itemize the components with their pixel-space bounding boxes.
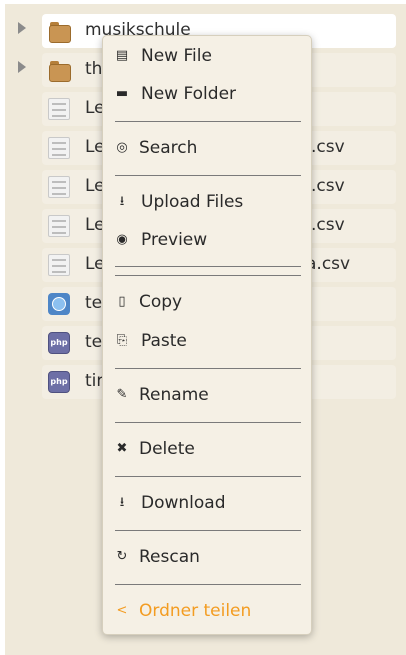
file-name: tir bbox=[85, 371, 104, 391]
menu-item-label: Delete bbox=[139, 439, 195, 459]
menu-separator bbox=[115, 266, 301, 267]
delete-icon: ✖ bbox=[116, 441, 128, 456]
php-icon: php bbox=[48, 332, 70, 354]
upload-icon: ⭳ bbox=[119, 194, 125, 209]
file-name-suffix: .csv bbox=[311, 176, 345, 196]
menu-separator bbox=[115, 422, 301, 423]
menu-separator bbox=[115, 476, 301, 477]
pencil-icon: ✎ bbox=[116, 387, 128, 402]
expand-arrow-icon[interactable] bbox=[18, 61, 26, 73]
menu-item-search[interactable]: ◎ Search bbox=[103, 133, 311, 165]
share-icon: < bbox=[116, 603, 128, 618]
file-name: te bbox=[85, 293, 103, 313]
php-badge: php bbox=[50, 377, 68, 386]
file-name: th bbox=[85, 59, 103, 79]
menu-separator bbox=[115, 121, 301, 122]
document-icon bbox=[48, 176, 70, 198]
menu-separator bbox=[115, 530, 301, 531]
menu-item-label: Search bbox=[139, 138, 198, 158]
expand-arrow-icon[interactable] bbox=[18, 22, 26, 34]
menu-item-upload-files[interactable]: ⭳ Upload Files bbox=[103, 187, 311, 219]
file-name-suffix: .csv bbox=[311, 137, 345, 157]
menu-item-label: Copy bbox=[139, 292, 183, 312]
file-name-suffix: a.csv bbox=[306, 254, 351, 274]
file-name: te bbox=[85, 332, 103, 352]
menu-item-new-file[interactable]: ▤ New File bbox=[103, 41, 311, 73]
eye-icon: ◉ bbox=[116, 232, 128, 247]
menu-item-rescan[interactable]: ↻ Rescan bbox=[103, 542, 311, 574]
menu-item-label: Ordner teilen bbox=[139, 601, 252, 621]
php-icon: php bbox=[48, 371, 70, 393]
menu-separator bbox=[115, 275, 301, 276]
folder-icon bbox=[48, 20, 71, 43]
refresh-icon: ↻ bbox=[116, 549, 128, 564]
menu-item-label: New File bbox=[141, 46, 212, 66]
document-icon bbox=[48, 215, 70, 237]
file-name-suffix: .csv bbox=[311, 215, 345, 235]
menu-item-label: Rescan bbox=[139, 547, 200, 567]
menu-separator bbox=[115, 584, 301, 585]
menu-item-label: New Folder bbox=[141, 84, 237, 104]
menu-item-label: Paste bbox=[141, 331, 187, 351]
copy-icon: ▯ bbox=[118, 294, 126, 309]
menu-item-paste[interactable]: ⎘ Paste bbox=[103, 326, 311, 358]
menu-item-download[interactable]: ⭳ Download bbox=[103, 488, 311, 520]
globe-icon bbox=[48, 293, 70, 315]
menu-item-preview[interactable]: ◉ Preview bbox=[103, 225, 311, 257]
menu-item-label: Preview bbox=[141, 230, 208, 250]
folder-icon: ▬ bbox=[115, 86, 129, 101]
menu-item-copy[interactable]: ▯ Copy bbox=[103, 287, 311, 319]
menu-separator bbox=[115, 175, 301, 176]
menu-item-share-folder[interactable]: < Ordner teilen bbox=[103, 596, 311, 628]
search-icon: ◎ bbox=[116, 140, 128, 155]
paste-icon: ⎘ bbox=[116, 333, 128, 348]
menu-separator bbox=[115, 368, 301, 369]
document-icon bbox=[48, 137, 70, 159]
document-icon bbox=[48, 254, 70, 276]
download-icon: ⭳ bbox=[119, 495, 125, 510]
php-badge: php bbox=[50, 338, 68, 347]
menu-item-label: Upload Files bbox=[141, 192, 244, 212]
menu-item-rename[interactable]: ✎ Rename bbox=[103, 380, 311, 412]
menu-item-new-folder[interactable]: ▬ New Folder bbox=[103, 79, 311, 111]
document-icon bbox=[48, 98, 70, 120]
new-file-icon: ▤ bbox=[115, 48, 129, 63]
menu-item-delete[interactable]: ✖ Delete bbox=[103, 434, 311, 466]
context-menu: ▤ New File ▬ New Folder ◎ Search ⭳ Uploa… bbox=[102, 35, 312, 635]
folder-icon bbox=[48, 59, 71, 82]
menu-item-label: Rename bbox=[139, 385, 209, 405]
menu-item-label: Download bbox=[141, 493, 226, 513]
